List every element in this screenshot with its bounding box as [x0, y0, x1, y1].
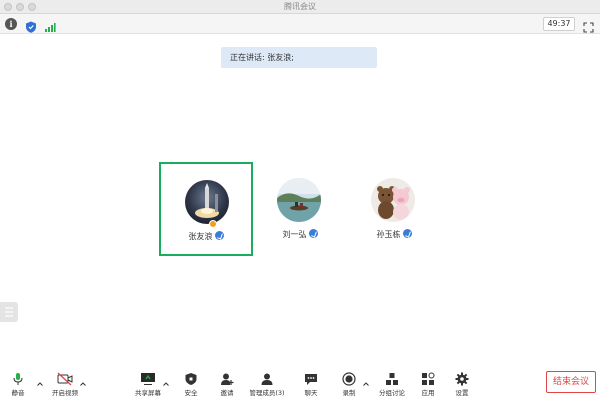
record-button[interactable]: 录制	[334, 366, 364, 397]
microphone-icon	[13, 373, 23, 385]
chevron-up-icon[interactable]	[79, 380, 87, 388]
shield-icon[interactable]	[25, 18, 37, 33]
meeting-window: 腾讯会议 i 49:37 正在讲话: 张友浪; 张友浪 刘一弘 孙玉栋 静音 开…	[0, 0, 600, 397]
settings-label: 设置	[455, 389, 469, 397]
share-screen-button[interactable]: 共享屏幕	[130, 366, 166, 397]
add-user-icon	[221, 373, 234, 385]
participant-tile[interactable]: 张友浪	[159, 162, 253, 256]
participant-name: 张友浪	[188, 232, 213, 241]
title-bar: 腾讯会议	[0, 0, 600, 14]
participant-tile[interactable]: 刘一弘	[253, 162, 347, 256]
breakout-label: 分组讨论	[379, 389, 405, 397]
participant-list-toggle[interactable]	[0, 302, 18, 322]
speaking-icon	[209, 220, 217, 228]
security-button[interactable]: 安全	[176, 366, 206, 397]
record-icon	[342, 372, 356, 386]
list-icon	[5, 307, 13, 317]
mute-label: 静音	[11, 389, 25, 397]
start-video-button[interactable]: 开启视频	[47, 366, 83, 397]
gear-icon	[455, 372, 469, 386]
chat-icon	[305, 374, 317, 385]
video-off-icon	[57, 372, 73, 386]
chevron-up-icon[interactable]	[36, 380, 44, 388]
participant-tile[interactable]: 孙玉栋	[347, 162, 441, 256]
breakout-rooms-button[interactable]: 分组讨论	[374, 366, 410, 397]
share-label: 共享屏幕	[135, 389, 161, 397]
verified-badge-icon	[308, 229, 318, 238]
record-label: 录制	[342, 389, 356, 397]
speaking-indicator: 正在讲话: 张友浪;	[221, 47, 377, 68]
share-screen-icon	[141, 373, 155, 385]
manage-members-button[interactable]: 管理成员(3)	[246, 366, 288, 397]
video-label: 开启视频	[52, 389, 78, 397]
chevron-up-icon[interactable]	[162, 380, 170, 388]
members-label: 管理成员(3)	[249, 389, 285, 397]
breakout-icon	[386, 373, 398, 385]
settings-button[interactable]: 设置	[447, 366, 477, 397]
chat-label: 聊天	[304, 389, 318, 397]
shield-icon	[185, 373, 197, 385]
window-title: 腾讯会议	[284, 2, 316, 11]
apps-label: 应用	[421, 389, 435, 397]
avatar	[277, 178, 321, 222]
apps-button[interactable]: 应用	[413, 366, 443, 397]
verified-badge-icon	[402, 229, 412, 238]
invite-label: 邀请	[220, 389, 234, 397]
signal-icon[interactable]	[44, 18, 56, 32]
apps-icon	[422, 372, 435, 385]
members-icon	[261, 373, 273, 385]
meeting-info-bar: i 49:37	[0, 14, 600, 34]
security-label: 安全	[184, 389, 198, 397]
fullscreen-icon[interactable]	[583, 18, 594, 33]
mute-button[interactable]: 静音	[2, 366, 34, 397]
participant-name: 孙玉栋	[376, 230, 401, 239]
participant-name: 刘一弘	[282, 230, 307, 239]
chevron-up-icon[interactable]	[362, 380, 370, 388]
meeting-toolbar: 静音 开启视频 共享屏幕 安全 邀请 管理成员(3) 聊天 录制 分组讨论 应用…	[0, 366, 600, 397]
chat-button[interactable]: 聊天	[296, 366, 326, 397]
info-icon[interactable]: i	[5, 18, 17, 30]
avatar	[371, 178, 415, 222]
verified-badge-icon	[214, 231, 224, 240]
avatar	[185, 180, 229, 224]
meeting-timer: 49:37	[543, 17, 575, 31]
end-meeting-button[interactable]: 结束会议	[546, 371, 596, 393]
invite-button[interactable]: 邀请	[212, 366, 242, 397]
